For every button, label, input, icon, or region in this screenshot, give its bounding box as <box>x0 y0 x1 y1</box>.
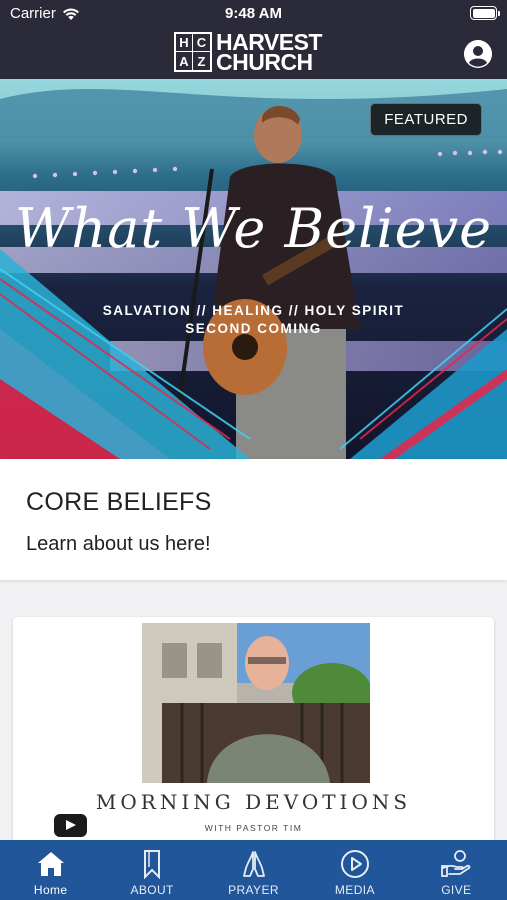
tab-prayer[interactable]: PRAYER <box>203 840 304 900</box>
profile-button[interactable] <box>464 40 492 68</box>
logo-monogram: H C A Z <box>174 32 212 72</box>
logo-letter: H <box>176 34 193 52</box>
battery-icon <box>470 6 500 20</box>
tab-about-label: ABOUT <box>130 883 174 897</box>
logo-wordmark: HARVEST CHURCH <box>216 31 323 75</box>
featured-subtitle-line-2: SECOND COMING <box>185 321 322 336</box>
logo-letter: C <box>193 34 210 52</box>
church-logo: H C A Z HARVEST CHURCH <box>174 31 323 75</box>
app-screen: Carrier 9:48 AM H C A Z HARVEST CHURCH F… <box>0 0 507 900</box>
play-circle-icon <box>340 850 369 878</box>
praying-hands-icon <box>242 851 265 877</box>
status-time: 9:48 AM <box>225 5 282 22</box>
tab-home[interactable]: Home <box>0 840 101 900</box>
tab-give[interactable]: GIVE <box>406 840 507 900</box>
core-beliefs-title: CORE BELIEFS <box>26 488 212 516</box>
tab-media-label: MEDIA <box>334 883 375 897</box>
home-icon <box>37 852 64 876</box>
featured-subtitle: SALVATION // HEALING // HOLY SPIRIT SECO… <box>0 302 507 338</box>
core-beliefs-subtitle: Learn about us here! <box>26 533 211 555</box>
user-circle-icon <box>464 40 492 68</box>
devotions-title: MORNING DEVOTIONS <box>95 790 412 814</box>
featured-subtitle-line-1: SALVATION // HEALING // HOLY SPIRIT <box>102 303 405 318</box>
tab-prayer-label: PRAYER <box>228 883 279 897</box>
app-header: Carrier 9:48 AM H C A Z HARVEST CHURCH <box>0 0 507 79</box>
status-bar: Carrier 9:48 AM <box>0 0 507 28</box>
logo-line-2: CHURCH <box>216 49 313 75</box>
core-beliefs-card[interactable]: CORE BELIEFS Learn about us here! <box>0 459 507 580</box>
tab-give-label: GIVE <box>441 883 472 897</box>
bookmark-icon <box>144 850 161 880</box>
logo-letter: Z <box>197 53 206 69</box>
devotions-subtitle: WITH PASTOR TIM <box>204 823 303 833</box>
pastor-photo <box>142 623 370 783</box>
video-thumbnail <box>142 623 370 783</box>
tab-media[interactable]: MEDIA <box>304 840 405 900</box>
featured-banner-image <box>0 79 507 459</box>
bottom-tab-bar: Home ABOUT PRAYER MEDIA GIVE <box>0 840 507 900</box>
tab-home-label: Home <box>33 883 68 897</box>
logo-letter: A <box>176 52 193 70</box>
tab-about[interactable]: ABOUT <box>101 840 202 900</box>
give-hand-coin-icon <box>441 850 471 877</box>
featured-badge: FEATURED <box>370 103 482 136</box>
featured-title: What We Believe <box>14 197 493 260</box>
featured-banner[interactable]: FEATURED What We Believe SALVATION // HE… <box>0 79 507 459</box>
morning-devotions-card[interactable]: MORNING DEVOTIONS WITH PASTOR TIM <box>13 617 494 857</box>
